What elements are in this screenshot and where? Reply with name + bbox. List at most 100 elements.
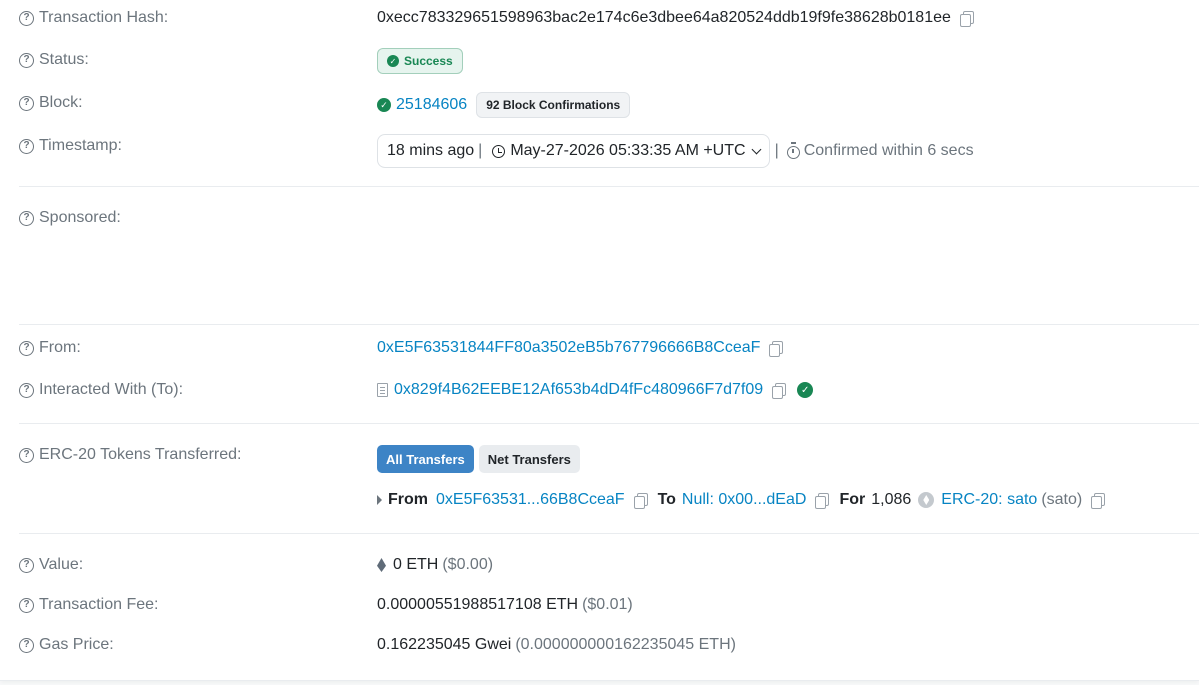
tx-hash-row: ? Transaction Hash: 0xecc783329651598963… bbox=[0, 8, 1199, 30]
stopwatch-icon bbox=[786, 141, 800, 159]
fee-label: ? Transaction Fee: bbox=[19, 596, 158, 614]
gas-eth: (0.000000000162235045 ETH) bbox=[515, 636, 736, 653]
from-label-text: From: bbox=[39, 339, 81, 356]
divider bbox=[19, 324, 1199, 325]
to-label-text: Interacted With (To): bbox=[39, 381, 184, 398]
transfer-to-address[interactable]: Null: 0x00...dEaD bbox=[682, 491, 807, 509]
value-label-text: Value: bbox=[39, 556, 84, 573]
from-value: 0xE5F63531844FF80a3502eB5b767796666B8Cce… bbox=[377, 339, 784, 357]
gas-label: ? Gas Price: bbox=[19, 636, 114, 654]
timestamp-confirmed: Confirmed within 6 secs bbox=[803, 142, 974, 159]
check-circle-icon: ✓ bbox=[377, 98, 391, 112]
copy-icon[interactable] bbox=[959, 10, 974, 27]
status-badge-text: Success bbox=[404, 54, 453, 68]
status-label-text: Status: bbox=[39, 51, 89, 68]
transfer-to-label: To bbox=[657, 491, 676, 508]
status-value: ✓ Success bbox=[377, 48, 463, 74]
question-circle-icon[interactable]: ? bbox=[19, 95, 34, 111]
block-row: ? Block: ✓ 25184606 92 Block Confirmatio… bbox=[0, 92, 1199, 119]
erc20-tabs: All Transfers Net Transfers bbox=[377, 445, 580, 473]
erc20-row: ? ERC-20 Tokens Transferred: All Transfe… bbox=[0, 445, 1199, 515]
caret-right-icon[interactable] bbox=[377, 495, 382, 505]
check-circle-icon: ✓ bbox=[387, 55, 399, 67]
copy-icon[interactable] bbox=[1091, 492, 1106, 509]
block-confirmations-badge: 92 Block Confirmations bbox=[476, 92, 631, 118]
fee-value: 0.00000551988517108 ETH ($0.01) bbox=[377, 596, 633, 614]
question-circle-icon[interactable]: ? bbox=[19, 10, 34, 26]
tab-net-transfers[interactable]: Net Transfers bbox=[478, 445, 580, 473]
question-circle-icon[interactable]: ? bbox=[19, 210, 34, 226]
question-circle-icon[interactable]: ? bbox=[19, 138, 34, 154]
separator: | bbox=[478, 142, 483, 159]
value-label: ? Value: bbox=[19, 556, 83, 574]
sponsored-label: ? Sponsored: bbox=[19, 209, 121, 227]
value-value: 0 ETH ($0.00) bbox=[377, 556, 493, 574]
erc20-label-text: ERC-20 Tokens Transferred: bbox=[39, 446, 242, 463]
block-number-link[interactable]: 25184606 bbox=[396, 96, 467, 114]
divider bbox=[19, 423, 1199, 424]
gas-row: ? Gas Price: 0.162235045 Gwei (0.0000000… bbox=[0, 636, 1199, 658]
value-usd: ($0.00) bbox=[442, 556, 494, 573]
separator: | bbox=[774, 142, 779, 159]
timestamp-datetime: May-27-2026 05:33:35 AM +UTC bbox=[510, 142, 746, 159]
question-circle-icon[interactable]: ? bbox=[19, 340, 34, 356]
status-row: ? Status: ✓ Success bbox=[0, 48, 1199, 75]
fee-amount: 0.00000551988517108 ETH bbox=[377, 596, 579, 613]
copy-icon[interactable] bbox=[772, 382, 787, 399]
gas-gwei: 0.162235045 Gwei bbox=[377, 636, 512, 653]
tx-hash-text: 0xecc783329651598963bac2e174c6e3dbee64a8… bbox=[377, 9, 951, 26]
question-circle-icon[interactable]: ? bbox=[19, 52, 34, 68]
to-address-link[interactable]: 0x829f4B62EEBE12Af653b4dD4fFc480966F7d7f… bbox=[394, 381, 763, 399]
copy-icon[interactable] bbox=[769, 340, 784, 357]
to-row: ? Interacted With (To): 0x829f4B62EEBE12… bbox=[0, 381, 1199, 403]
block-label-text: Block: bbox=[39, 94, 83, 111]
tab-all-transfers[interactable]: All Transfers bbox=[377, 445, 474, 473]
from-row: ? From: 0xE5F63531844FF80a3502eB5b767796… bbox=[0, 339, 1199, 361]
verified-check-icon: ✓ bbox=[797, 382, 814, 398]
token-symbol: (sato) bbox=[1041, 491, 1083, 508]
erc20-transfer-line: From 0xE5F63531...66B8CceaF To Null: 0x0… bbox=[377, 491, 1106, 509]
timestamp-dropdown[interactable]: 18 mins ago | May-27-2026 05:33:35 AM +U… bbox=[377, 134, 770, 168]
transfer-for-label: For bbox=[839, 491, 866, 508]
sponsored-row: ? Sponsored: bbox=[0, 209, 1199, 231]
status-badge: ✓ Success bbox=[377, 48, 463, 74]
gas-value: 0.162235045 Gwei (0.000000000162235045 E… bbox=[377, 636, 736, 654]
from-address-link[interactable]: 0xE5F63531844FF80a3502eB5b767796666B8Cce… bbox=[377, 339, 760, 357]
question-circle-icon[interactable]: ? bbox=[19, 447, 34, 463]
transfer-amount: 1,086 bbox=[871, 491, 912, 508]
tx-hash-value: 0xecc783329651598963bac2e174c6e3dbee64a8… bbox=[377, 9, 974, 27]
fee-row: ? Transaction Fee: 0.00000551988517108 E… bbox=[0, 596, 1199, 618]
question-circle-icon[interactable]: ? bbox=[19, 637, 34, 653]
timestamp-ago: 18 mins ago bbox=[387, 142, 475, 159]
divider bbox=[19, 186, 1199, 187]
timestamp-row: ? Timestamp: 18 mins ago | May-27-2026 0… bbox=[0, 134, 1199, 169]
from-label: ? From: bbox=[19, 339, 81, 357]
token-name-link[interactable]: ERC-20: sato bbox=[941, 491, 1037, 509]
ethereum-icon bbox=[377, 558, 386, 572]
transaction-details-card: ? Transaction Hash: 0xecc783329651598963… bbox=[0, 0, 1199, 681]
status-label: ? Status: bbox=[19, 51, 89, 69]
clock-icon bbox=[492, 144, 506, 158]
question-circle-icon[interactable]: ? bbox=[19, 597, 34, 613]
fee-usd: ($0.01) bbox=[582, 596, 633, 613]
block-label: ? Block: bbox=[19, 94, 83, 112]
transfer-from-address[interactable]: 0xE5F63531...66B8CceaF bbox=[436, 491, 625, 509]
value-row: ? Value: 0 ETH ($0.00) bbox=[0, 556, 1199, 578]
erc20-label: ? ERC-20 Tokens Transferred: bbox=[19, 446, 241, 464]
copy-icon[interactable] bbox=[815, 492, 830, 509]
question-circle-icon[interactable]: ? bbox=[19, 382, 34, 398]
timestamp-label: ? Timestamp: bbox=[19, 137, 122, 155]
value-amount: 0 ETH bbox=[393, 556, 439, 573]
timestamp-label-text: Timestamp: bbox=[39, 137, 122, 154]
to-value: 0x829f4B62EEBE12Af653b4dD4fFc480966F7d7f… bbox=[377, 381, 818, 399]
to-label: ? Interacted With (To): bbox=[19, 381, 183, 399]
fee-label-text: Transaction Fee: bbox=[39, 596, 159, 613]
timestamp-value: 18 mins ago | May-27-2026 05:33:35 AM +U… bbox=[377, 134, 974, 168]
question-circle-icon[interactable]: ? bbox=[19, 557, 34, 573]
tx-hash-label: ? Transaction Hash: bbox=[19, 9, 168, 27]
token-icon bbox=[918, 492, 935, 508]
chevron-down-icon bbox=[751, 144, 762, 154]
copy-icon[interactable] bbox=[633, 492, 648, 509]
sponsored-label-text: Sponsored: bbox=[39, 209, 121, 226]
block-value: ✓ 25184606 92 Block Confirmations bbox=[377, 92, 631, 118]
